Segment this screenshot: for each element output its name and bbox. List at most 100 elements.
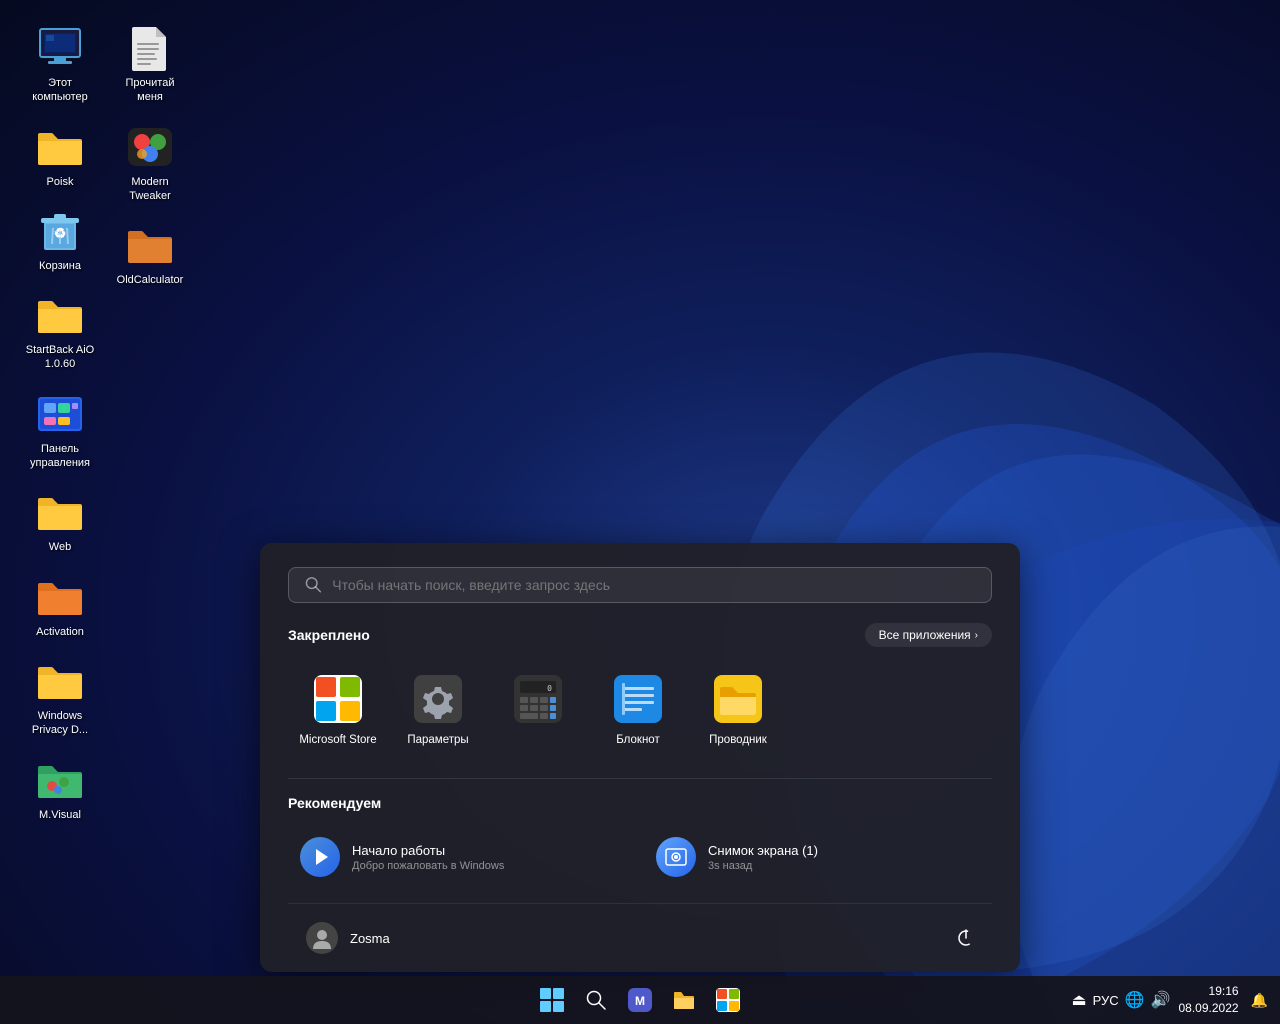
clock-date: 08.09.2022 bbox=[1179, 1000, 1239, 1017]
desktop-icon-startback[interactable]: StartBack AiO 1.0.60 bbox=[20, 287, 100, 376]
folder-startback-icon bbox=[36, 295, 84, 335]
pinned-section-header: Закреплено Все приложения › bbox=[288, 623, 992, 647]
svg-text:♻: ♻ bbox=[54, 225, 67, 241]
taskbar-clock[interactable]: 19:16 08.09.2022 bbox=[1179, 983, 1239, 1017]
user-info[interactable]: Zosma bbox=[296, 916, 400, 960]
pinned-app-calculator[interactable]: 0 bbox=[488, 663, 588, 758]
desktop-icon-recycle[interactable]: ♻ Корзина bbox=[20, 203, 100, 277]
recommended-section: Рекомендуем Начало работы Добро пожалова… bbox=[288, 778, 992, 887]
rec-text-getting-started: Начало работы Добро пожаловать в Windows bbox=[352, 843, 504, 872]
desktop-icon-poisk[interactable]: Poisk bbox=[20, 119, 100, 193]
taskbar-center: M bbox=[532, 980, 748, 1020]
web-label: Web bbox=[24, 540, 96, 554]
desktop-icon-computer[interactable]: Этот компьютер bbox=[20, 20, 100, 109]
modern-tweaker-label: Modern Tweaker bbox=[114, 175, 186, 204]
start-menu: Закреплено Все приложения › bbox=[260, 543, 1020, 972]
m-visual-label: M.Visual bbox=[24, 808, 96, 822]
chevron-right-icon: › bbox=[975, 630, 978, 641]
taskbar-tray: ⏏ РУС 🌐 🔊 19:16 08.09.2022 🔔 bbox=[1071, 983, 1268, 1017]
notepad-icon bbox=[612, 673, 664, 725]
folder-taskbar-icon bbox=[672, 988, 696, 1012]
folder-privacy-icon bbox=[36, 661, 84, 701]
folder-activation-icon bbox=[36, 577, 84, 617]
desktop-icon-activation[interactable]: Activation bbox=[20, 569, 100, 643]
explorer-icon bbox=[712, 673, 764, 725]
user-avatar bbox=[306, 922, 338, 954]
user-name: Zosma bbox=[350, 931, 390, 946]
svg-text:M: M bbox=[635, 994, 645, 1008]
person-icon bbox=[311, 927, 333, 949]
tray-icons: ⏏ РУС 🌐 🔊 bbox=[1071, 990, 1170, 1010]
activation-label: Activation bbox=[24, 625, 96, 639]
globe-icon[interactable]: 🌐 bbox=[1125, 990, 1145, 1010]
power-button[interactable] bbox=[948, 920, 984, 956]
svg-text:0: 0 bbox=[547, 684, 552, 693]
power-icon bbox=[956, 928, 976, 948]
pinned-app-notepad[interactable]: Блокнот bbox=[588, 663, 688, 758]
rec-title-getting-started: Начало работы bbox=[352, 843, 504, 858]
start-menu-footer: Zosma bbox=[288, 903, 992, 972]
ms-store-icon bbox=[312, 673, 364, 725]
control-panel-label: Панель управления bbox=[24, 442, 96, 471]
desktop-icon-control-panel[interactable]: Панель управления bbox=[20, 386, 100, 475]
rec-sub-screenshot: 3s назад bbox=[708, 860, 818, 872]
sound-icon[interactable]: 🔊 bbox=[1151, 990, 1171, 1010]
settings-label: Параметры bbox=[407, 733, 468, 748]
search-taskbar-icon bbox=[585, 989, 607, 1011]
desktop-icon-windows-privacy[interactable]: Windows Privacy D... bbox=[20, 653, 100, 742]
windows-privacy-label: Windows Privacy D... bbox=[24, 709, 96, 738]
rec-sub-getting-started: Добро пожаловать в Windows bbox=[352, 860, 504, 872]
recycle-icon: ♻ bbox=[38, 208, 82, 254]
desktop-icons-container: Этот компьютер Poisk bbox=[20, 20, 190, 920]
taskbar-explorer-button[interactable] bbox=[664, 980, 704, 1020]
pinned-app-ms-store[interactable]: Microsoft Store bbox=[288, 663, 388, 758]
ms-store-label: Microsoft Store bbox=[299, 733, 376, 748]
getting-started-icon bbox=[300, 837, 340, 877]
pinned-app-settings[interactable]: Параметры bbox=[388, 663, 488, 758]
search-bar[interactable] bbox=[288, 567, 992, 603]
rec-text-screenshot: Снимок экрана (1) 3s назад bbox=[708, 843, 818, 872]
prochitay-label: Прочитай меня bbox=[114, 76, 186, 105]
control-panel-icon bbox=[36, 393, 84, 435]
old-calculator-label: OldCalculator bbox=[114, 273, 186, 287]
rec-item-getting-started[interactable]: Начало работы Добро пожаловать в Windows bbox=[288, 827, 636, 887]
folder-web-icon bbox=[36, 492, 84, 532]
pinned-app-explorer[interactable]: Проводник bbox=[688, 663, 788, 758]
poisk-label: Poisk bbox=[24, 175, 96, 189]
desktop-icon-old-calculator[interactable]: OldCalculator bbox=[110, 217, 190, 291]
taskbar: M bbox=[0, 976, 1280, 1024]
pinned-title: Закреплено bbox=[288, 627, 370, 643]
notepad-label: Блокнот bbox=[616, 733, 659, 748]
clock-time: 19:16 bbox=[1179, 983, 1239, 1000]
desktop-icon-prochitay[interactable]: Прочитай меня bbox=[110, 20, 190, 109]
folder-mvisual-icon bbox=[36, 760, 84, 800]
recycle-label: Корзина bbox=[24, 259, 96, 273]
usb-icon[interactable]: ⏏ bbox=[1071, 990, 1086, 1010]
folder-poisk-icon bbox=[36, 127, 84, 167]
desktop-icon-web[interactable]: Web bbox=[20, 484, 100, 558]
taskbar-start-button[interactable] bbox=[532, 980, 572, 1020]
taskbar-store-button[interactable] bbox=[708, 980, 748, 1020]
recommended-items: Начало работы Добро пожаловать в Windows bbox=[288, 827, 992, 887]
text-file-icon bbox=[130, 25, 170, 71]
startback-label: StartBack AiO 1.0.60 bbox=[24, 343, 96, 372]
rec-item-screenshot[interactable]: Снимок экрана (1) 3s назад bbox=[644, 827, 992, 887]
taskbar-teams-button[interactable]: M bbox=[620, 980, 660, 1020]
search-input[interactable] bbox=[332, 577, 975, 593]
rec-title-screenshot: Снимок экрана (1) bbox=[708, 843, 818, 858]
pinned-apps-grid: Microsoft Store Параметры bbox=[288, 663, 992, 758]
language-indicator[interactable]: РУС bbox=[1093, 993, 1119, 1008]
notification-icon[interactable]: 🔔 bbox=[1251, 992, 1268, 1009]
computer-icon bbox=[36, 27, 84, 69]
desktop-icon-modern-tweaker[interactable]: Modern Tweaker bbox=[110, 119, 190, 208]
recommended-title: Рекомендуем bbox=[288, 795, 381, 811]
store-taskbar-icon bbox=[716, 988, 740, 1012]
desktop: Этот компьютер Poisk bbox=[0, 0, 1280, 1024]
all-apps-button[interactable]: Все приложения › bbox=[865, 623, 992, 647]
desktop-icon-m-visual[interactable]: M.Visual bbox=[20, 752, 100, 826]
taskbar-search-button[interactable] bbox=[576, 980, 616, 1020]
screenshot-icon bbox=[656, 837, 696, 877]
calculator-icon: 0 bbox=[512, 673, 564, 725]
recommended-header: Рекомендуем bbox=[288, 795, 992, 811]
teams-icon: M bbox=[628, 988, 652, 1012]
